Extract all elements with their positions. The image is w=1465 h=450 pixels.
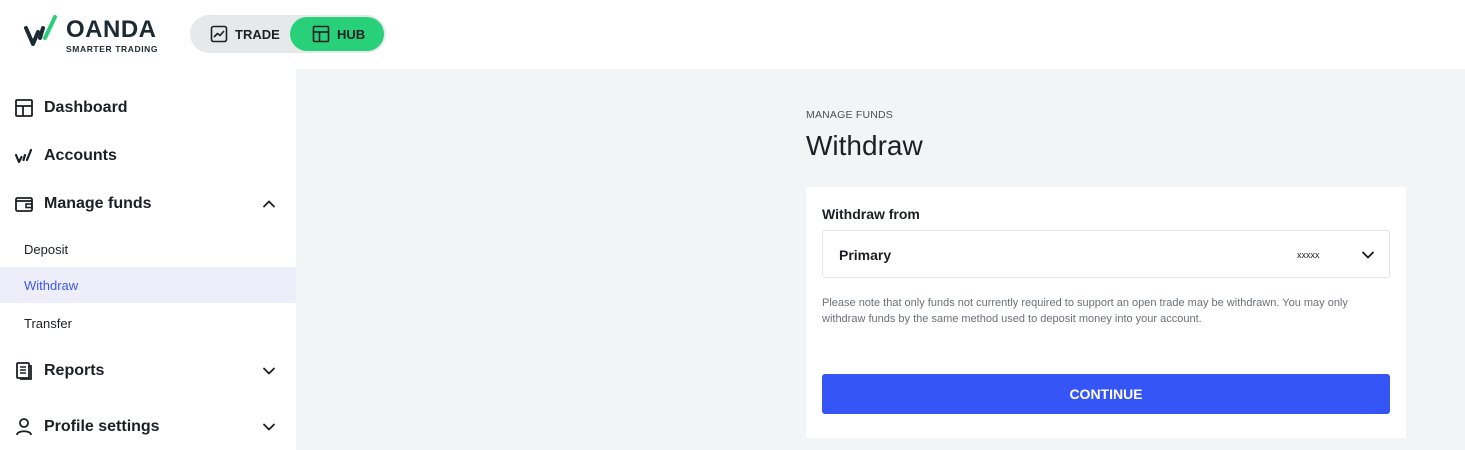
oanda-mark-icon <box>14 146 34 166</box>
dashboard-icon <box>14 98 34 118</box>
sidebar-subitem-label: Transfer <box>24 315 72 331</box>
brand-tagline: SMARTER TRADING <box>66 44 159 54</box>
sidebar-item-dashboard[interactable]: Dashboard <box>0 86 296 130</box>
chevron-down-icon <box>263 423 275 431</box>
trade-toggle-label: TRADE <box>235 26 280 42</box>
sidebar-item-profile-settings[interactable]: Profile settings <box>0 405 296 449</box>
layout-icon <box>312 25 330 43</box>
selected-account: Primary <box>839 247 892 263</box>
chevron-down-icon <box>1362 251 1374 259</box>
account-number: xxxxx <box>1297 250 1320 260</box>
oanda-mark-icon <box>24 15 57 46</box>
main-content: MANAGE FUNDS Withdraw Withdraw from Prim… <box>296 69 1465 450</box>
trade-toggle-button[interactable]: TRADE <box>192 17 288 51</box>
chevron-down-icon <box>263 367 275 375</box>
continue-button[interactable]: CONTINUE <box>822 374 1390 414</box>
sidebar-item-accounts[interactable]: Accounts <box>0 134 296 178</box>
chart-icon <box>210 25 228 43</box>
sidebar-item-label: Dashboard <box>44 99 128 116</box>
breadcrumb: MANAGE FUNDS <box>806 109 893 121</box>
account-select[interactable]: Primary xxxxx <box>822 230 1390 278</box>
hub-toggle-label: HUB <box>337 26 366 42</box>
sidebar-subitem-label: Deposit <box>24 241 69 257</box>
brand-name: OANDA <box>66 16 157 43</box>
platform-switcher: TRADE HUB <box>190 15 386 53</box>
user-icon <box>14 417 34 437</box>
sidebar-item-label: Reports <box>44 362 105 379</box>
sidebar-item-reports[interactable]: Reports <box>0 349 296 393</box>
sidebar-item-label: Accounts <box>44 147 117 164</box>
withdraw-from-label: Withdraw from <box>822 206 920 222</box>
sidebar-subitem-deposit[interactable]: Deposit <box>0 231 296 267</box>
page-title: Withdraw <box>806 130 923 161</box>
sidebar-subitem-transfer[interactable]: Transfer <box>0 305 296 341</box>
withdraw-card: Withdraw from Primary xxxxx Please note … <box>806 187 1406 438</box>
oanda-logo[interactable]: OANDA SMARTER TRADING <box>24 14 174 56</box>
sidebar-subitem-withdraw[interactable]: Withdraw <box>0 267 296 303</box>
sidebar-item-label: Manage funds <box>44 195 152 212</box>
sidebar-item-label: Profile settings <box>44 418 160 435</box>
chevron-up-icon <box>263 200 275 208</box>
withdraw-note: Please note that only funds not currentl… <box>822 297 1348 325</box>
wallet-icon <box>14 194 34 214</box>
reports-icon <box>14 361 34 381</box>
sidebar-item-manage-funds[interactable]: Manage funds <box>0 182 296 226</box>
top-header: OANDA SMARTER TRADING TRADE HUB <box>0 0 1465 69</box>
hub-toggle-button[interactable]: HUB <box>290 17 384 51</box>
sidebar-subitem-label: Withdraw <box>24 277 79 293</box>
sidebar-nav: Dashboard Accounts Manage funds Deposit <box>0 69 296 450</box>
